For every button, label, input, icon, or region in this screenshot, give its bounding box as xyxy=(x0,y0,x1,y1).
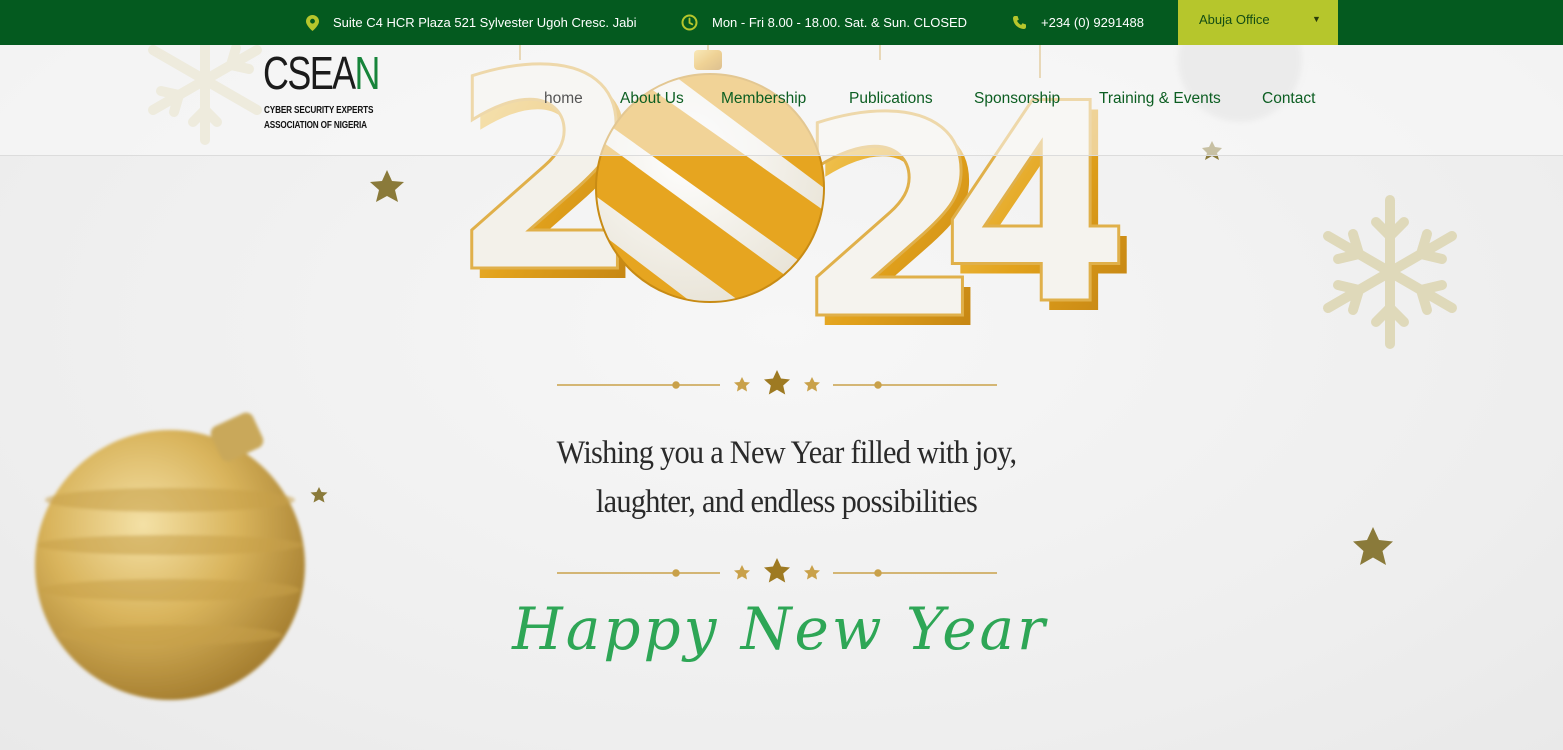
happy-new-year-script: Happy New Year xyxy=(512,595,1048,663)
logo-line-2: ASSOCIATION OF NIGERIA xyxy=(264,119,367,131)
logo-word-accent: N xyxy=(354,47,380,99)
address-info: Suite C4 HCR Plaza 521 Sylvester Ugoh Cr… xyxy=(306,0,636,45)
hours-info: Mon - Fri 8.00 - 18.00. Sat. & Sun. CLOS… xyxy=(681,0,967,45)
hero-message-line-2: laughter, and endless possibilities xyxy=(595,484,978,520)
top-info-bar: Suite C4 HCR Plaza 521 Sylvester Ugoh Cr… xyxy=(0,0,1563,45)
nav-membership[interactable]: Membership xyxy=(721,90,806,110)
logo-word-main: CSEA xyxy=(263,47,356,99)
map-pin-icon xyxy=(306,14,319,31)
logo-line-1: CYBER SECURITY EXPERTS xyxy=(264,104,374,116)
clock-icon xyxy=(681,14,698,31)
phone-icon xyxy=(1013,16,1026,29)
nav-home[interactable]: home xyxy=(544,90,583,110)
nav-publications[interactable]: Publications xyxy=(849,90,933,110)
office-select[interactable]: Abuja Office ▼ xyxy=(1178,0,1338,45)
nav-sponsorship[interactable]: Sponsorship xyxy=(974,90,1060,110)
caret-down-icon: ▼ xyxy=(1312,14,1321,24)
hero-message-line-1: Wishing you a New Year filled with joy, xyxy=(556,435,1017,471)
logo-wordmark: CSEAN xyxy=(263,47,380,99)
phone-info[interactable]: +234 (0) 9291488 xyxy=(1012,0,1144,45)
nav-training-events[interactable]: Training & Events xyxy=(1099,90,1221,110)
nav-contact[interactable]: Contact xyxy=(1262,90,1315,110)
divider-bottom xyxy=(557,558,997,583)
nav-about-us[interactable]: About Us xyxy=(620,90,684,110)
gold-ornament xyxy=(35,412,305,700)
address-text: Suite C4 HCR Plaza 521 Sylvester Ugoh Cr… xyxy=(333,15,637,30)
csean-logo[interactable]: CSEAN CYBER SECURITY EXPERTS ASSOCIATION… xyxy=(263,48,388,140)
phone-text: +234 (0) 9291488 xyxy=(1041,15,1145,30)
hours-text: Mon - Fri 8.00 - 18.00. Sat. & Sun. CLOS… xyxy=(712,15,968,30)
office-select-value: Abuja Office xyxy=(1199,12,1270,27)
